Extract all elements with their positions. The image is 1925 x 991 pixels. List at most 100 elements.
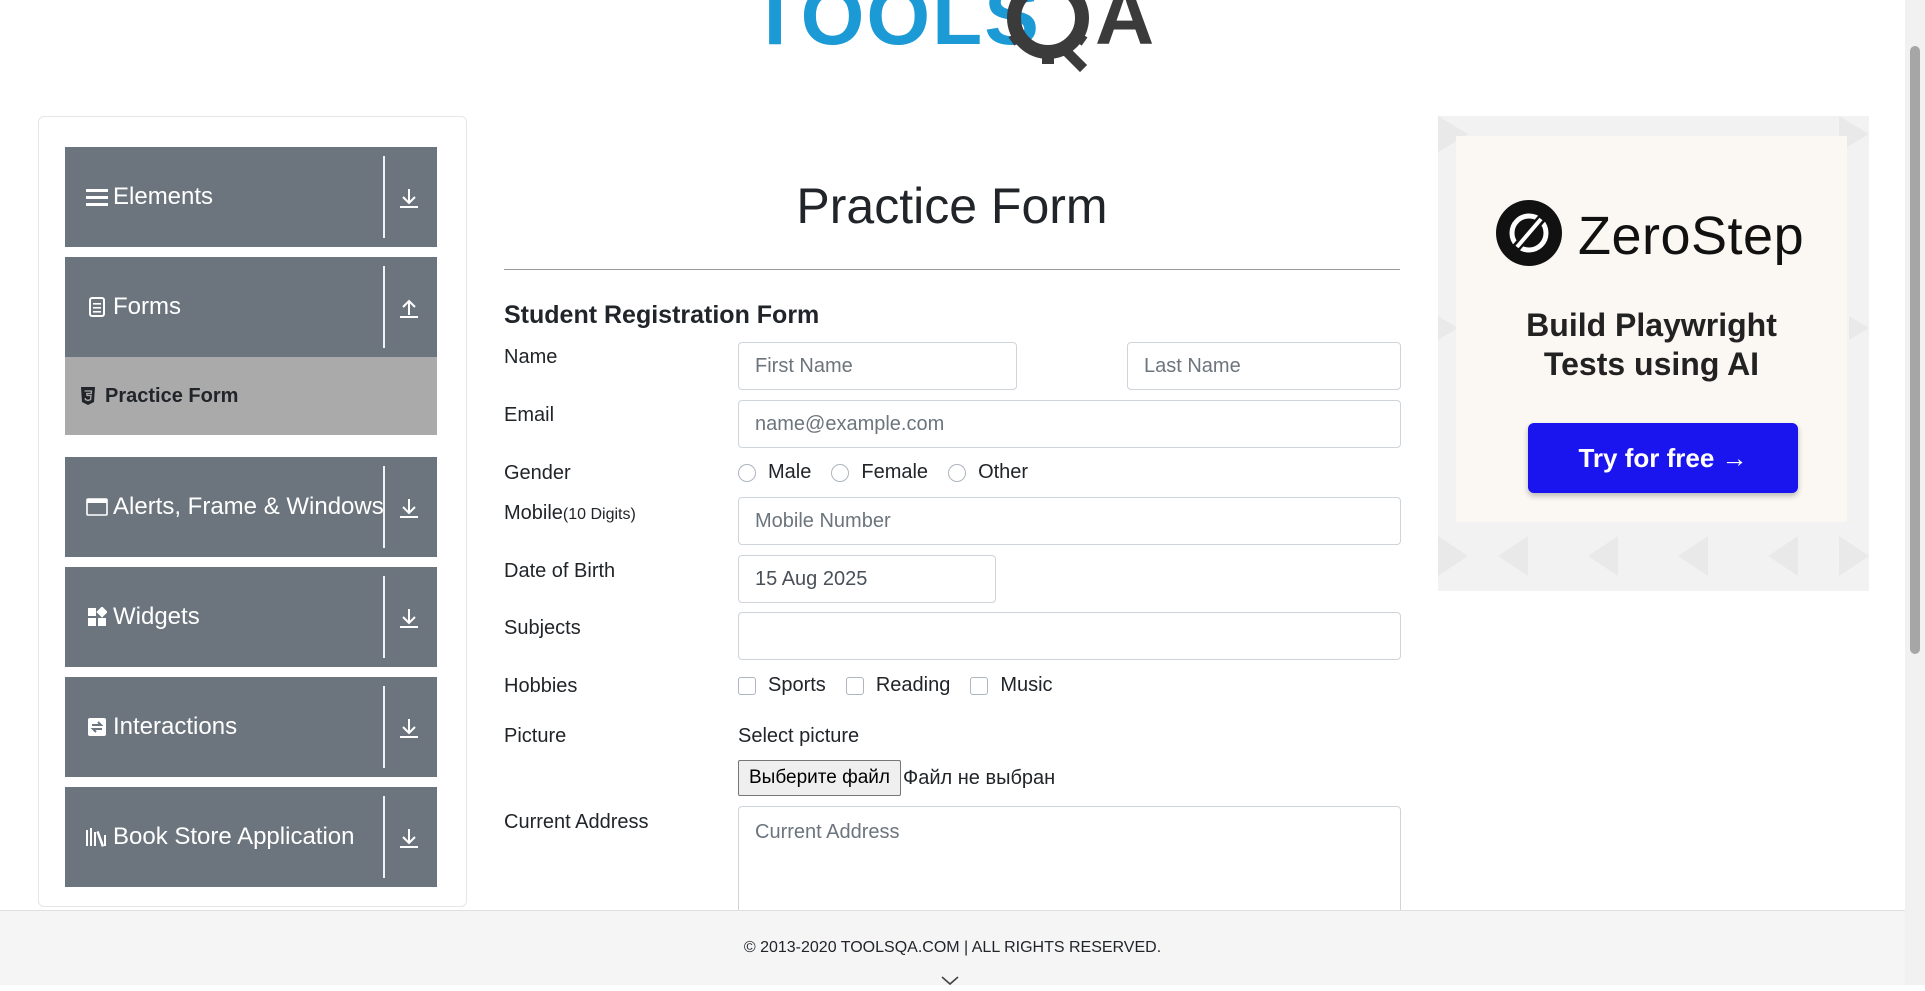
page-title: Practice Form — [796, 178, 1108, 234]
ad-card: ZeroStep Build Playwright Tests using AI… — [1456, 136, 1847, 522]
gender-option-label: Other — [978, 461, 1029, 483]
choose-file-button[interactable]: Выберите файл — [738, 760, 901, 796]
sidebar-group-forms: Forms Practice Form — [65, 257, 437, 435]
sidebar-group-label: Widgets — [113, 603, 200, 630]
subjects-label: Subjects — [504, 617, 581, 639]
checkbox[interactable] — [970, 676, 989, 695]
chevron-down-icon[interactable] — [940, 973, 960, 991]
scrollbar-thumb[interactable] — [1910, 46, 1920, 654]
mobile-label-text: Mobile — [504, 502, 563, 524]
form-title: Student Registration Form — [504, 301, 820, 329]
ad-tagline: Build Playwright Tests using AI — [1456, 306, 1847, 384]
current-address-input[interactable] — [738, 806, 1401, 916]
email-input[interactable] — [738, 400, 1401, 448]
try-for-free-button[interactable]: Try for free → — [1528, 423, 1798, 493]
subjects-input[interactable] — [738, 612, 1401, 660]
sidebar-group-header-widgets[interactable]: Widgets — [65, 567, 437, 667]
sidebar-group-label: Alerts, Frame & Windows — [113, 493, 384, 520]
sidebar-item-practice-form[interactable]: Practice Form — [65, 357, 437, 435]
radio-button[interactable] — [738, 463, 756, 482]
sidebar-group-label: Elements — [113, 183, 214, 210]
sidebar-group-header-alerts[interactable]: Alerts, Frame & Windows — [65, 457, 437, 557]
hobby-option-label: Reading — [875, 674, 951, 696]
books-icon — [85, 825, 109, 849]
mobile-label: Mobile(10 Digits) — [504, 502, 636, 525]
expand-arrow-icon[interactable] — [392, 181, 426, 215]
hobby-sports-option[interactable]: Sports — [738, 674, 826, 697]
ad-brand-name: ZeroStep — [1578, 205, 1805, 266]
file-status-text: Файл не выбран — [903, 767, 1056, 789]
divider — [383, 466, 385, 548]
page-scrollbar[interactable] — [1905, 0, 1925, 985]
expand-arrow-icon[interactable] — [392, 711, 426, 745]
hobbies-checkbox-group: Sports Reading Music — [738, 674, 1073, 697]
name-label: Name — [504, 346, 558, 368]
last-name-input[interactable] — [1127, 342, 1401, 390]
sidebar-group-book-store: Book Store Application — [65, 787, 437, 887]
divider — [383, 156, 385, 238]
checkbox[interactable] — [738, 676, 756, 695]
zerostep-logo-icon — [1496, 200, 1562, 271]
widgets-icon — [85, 605, 109, 629]
divider — [383, 576, 385, 658]
gender-option-label: Female — [861, 461, 929, 483]
svg-text:A: A — [1095, 0, 1154, 62]
gender-label: Gender — [504, 462, 571, 484]
gender-male-option[interactable]: Male — [738, 461, 811, 484]
divider — [383, 686, 385, 768]
hobbies-label: Hobbies — [504, 675, 578, 697]
divider — [504, 269, 1400, 270]
footer-copyright: © 2013-2020 TOOLSQA.COM | ALL RIGHTS RES… — [743, 939, 1162, 956]
sidebar-group-label: Interactions — [113, 713, 238, 740]
html5-icon — [81, 387, 95, 405]
gender-option-label: Male — [768, 461, 812, 483]
first-name-input[interactable] — [738, 342, 1017, 390]
collapse-arrow-icon[interactable] — [392, 291, 426, 325]
expand-arrow-icon[interactable] — [392, 601, 426, 635]
email-label: Email — [504, 404, 555, 426]
sidebar-group-alerts: Alerts, Frame & Windows — [65, 457, 437, 557]
mobile-input[interactable] — [738, 497, 1401, 545]
form-icon — [85, 295, 109, 319]
dob-label: Date of Birth — [504, 560, 616, 582]
select-picture-caption: Select picture — [738, 725, 860, 747]
radio-button[interactable] — [831, 463, 850, 482]
date-of-birth-input[interactable] — [738, 555, 996, 603]
sidebar-group-header-forms[interactable]: Forms — [65, 257, 437, 357]
sidebar-group-header-book-store[interactable]: Book Store Application — [65, 787, 437, 887]
gender-radio-group: Male Female Other — [738, 461, 1048, 484]
ad-banner[interactable]: ZeroStep Build Playwright Tests using AI… — [1438, 116, 1869, 591]
hobby-music-option[interactable]: Music — [970, 674, 1053, 697]
interactions-icon — [85, 715, 109, 739]
ad-tagline-line: Tests using AI — [1543, 346, 1760, 382]
sidebar-group-header-elements[interactable]: Elements — [65, 147, 437, 247]
sidebar-item-label: Practice Form — [105, 384, 239, 407]
hobby-option-label: Sports — [768, 674, 826, 696]
current-address-label: Current Address — [504, 811, 649, 833]
mobile-hint: (10 Digits) — [562, 506, 636, 523]
hobby-option-label: Music — [1000, 674, 1053, 696]
divider — [383, 796, 385, 878]
expand-arrow-icon[interactable] — [392, 821, 426, 855]
expand-arrow-icon[interactable] — [392, 491, 426, 525]
left-panel: Elements Forms Practice Form Alerts, Fra… — [38, 116, 467, 907]
sidebar-group-label: Book Store Application — [113, 823, 355, 850]
divider — [383, 266, 385, 348]
sidebar-group-widgets: Widgets — [65, 567, 437, 667]
sidebar-group-label: Forms — [113, 293, 181, 320]
toolsqa-logo[interactable]: TOOLS A — [750, 0, 1160, 74]
radio-button[interactable] — [948, 463, 967, 482]
svg-text:TOOLS: TOOLS — [750, 0, 1041, 62]
list-icon — [85, 185, 109, 209]
gender-other-option[interactable]: Other — [948, 461, 1028, 484]
footer: © 2013-2020 TOOLSQA.COM | ALL RIGHTS RES… — [0, 910, 1905, 986]
checkbox[interactable] — [845, 676, 864, 695]
ad-tagline-line: Build Playwright — [1526, 307, 1777, 343]
sidebar-group-elements: Elements — [65, 147, 437, 247]
ad-brand: ZeroStep — [1496, 200, 1804, 271]
sidebar-group-header-interactions[interactable]: Interactions — [65, 677, 437, 777]
picture-label: Picture — [504, 725, 567, 747]
hobby-reading-option[interactable]: Reading — [845, 674, 951, 697]
gender-female-option[interactable]: Female — [831, 461, 928, 484]
window-icon — [85, 495, 109, 519]
